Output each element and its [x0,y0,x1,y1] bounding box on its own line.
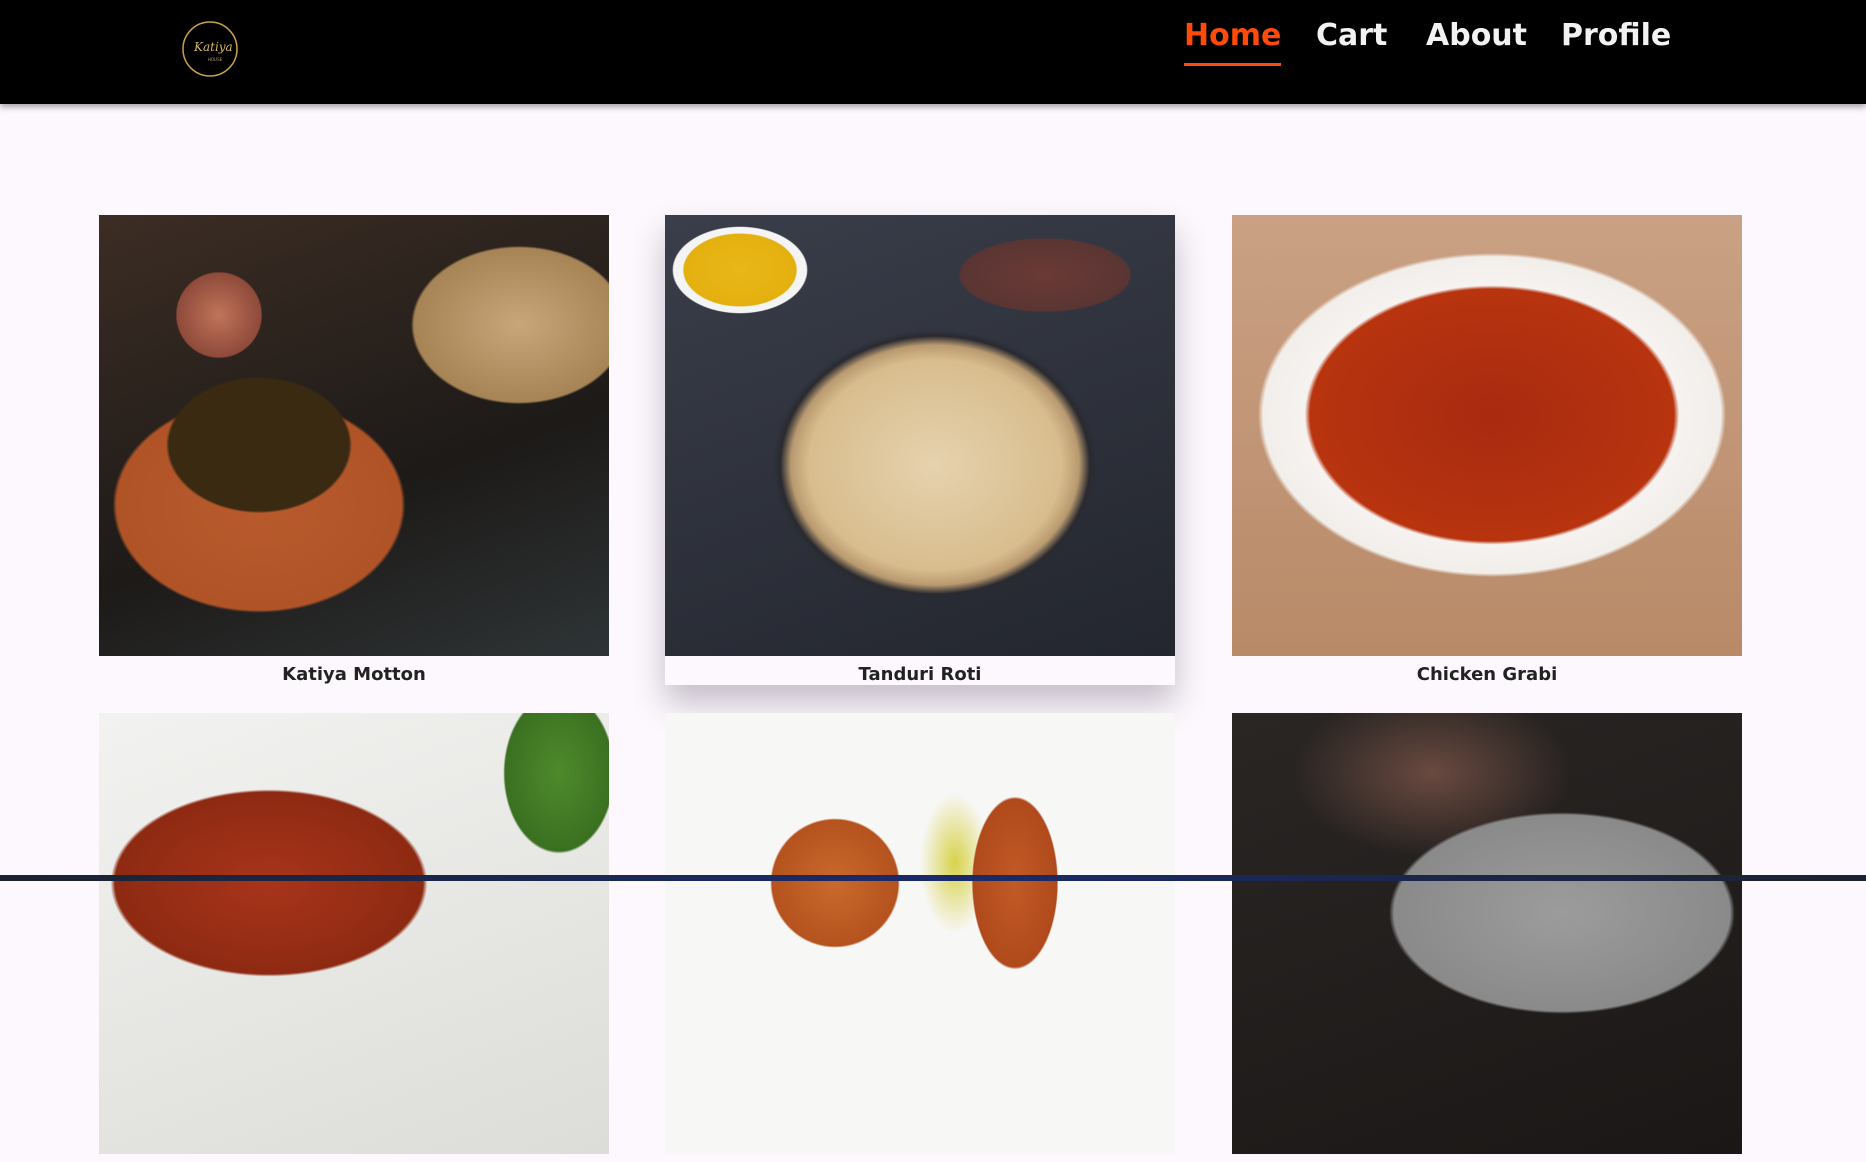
product-image[interactable] [1232,215,1742,656]
product-image[interactable] [99,215,609,656]
product-name: Tanduri Roti [858,664,982,685]
nav-about[interactable]: About [1426,14,1527,58]
product-image[interactable] [665,713,1175,1154]
logo[interactable]: Katiya HOUSE [180,18,240,80]
nav-profile[interactable]: Profile [1561,14,1671,58]
product-card[interactable] [99,713,609,1162]
bottom-bar [0,875,1866,881]
product-card[interactable]: Chicken Grabi [1232,215,1742,685]
product-card[interactable]: Katiya Motton [99,215,609,685]
svg-text:Katiya: Katiya [193,40,233,54]
product-name: Chicken Grabi [1416,664,1558,685]
nav-home[interactable]: Home [1184,14,1282,66]
product-card[interactable] [665,713,1175,1162]
product-name: Katiya Motton [282,664,426,685]
svg-text:HOUSE: HOUSE [208,57,223,62]
product-image[interactable] [1232,713,1742,1154]
product-card[interactable] [1232,713,1742,1162]
product-image[interactable] [99,713,609,1154]
product-card[interactable]: Tanduri Roti [665,215,1175,685]
navbar: Katiya HOUSE Home Cart About Profile [0,0,1866,104]
product-image[interactable] [665,215,1175,656]
nav-cart[interactable]: Cart [1316,14,1387,58]
